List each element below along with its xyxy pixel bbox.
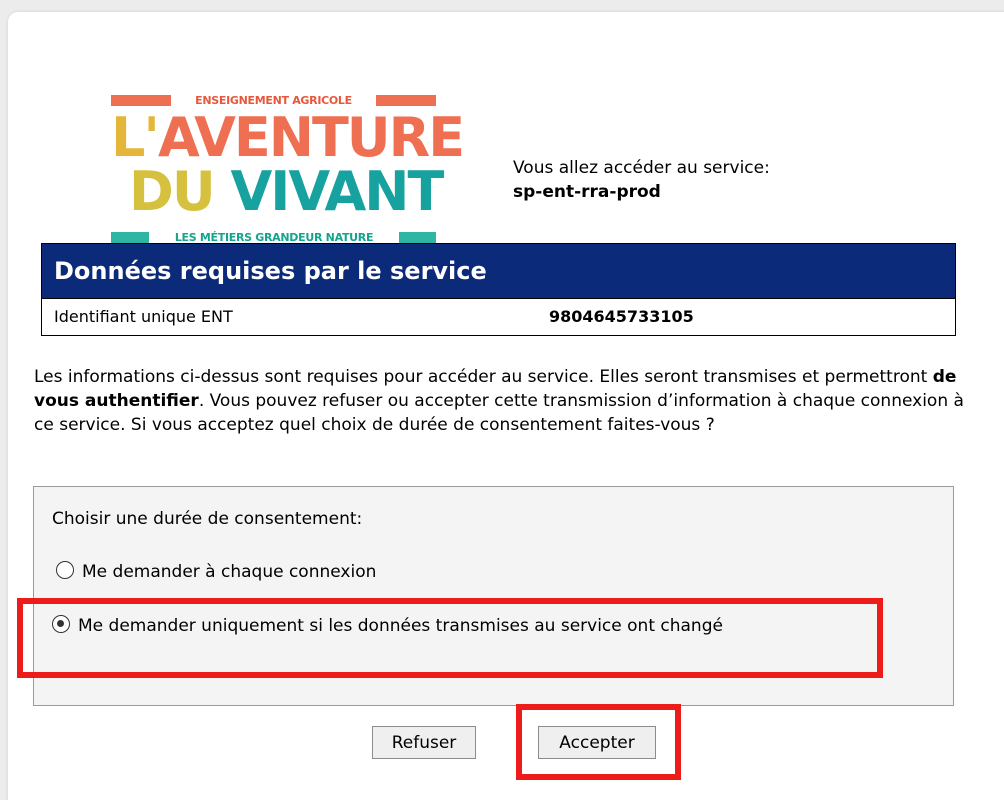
logo-line-2: DU VIVANT [129,165,444,219]
logo-line-2-prefix: DU [129,160,216,223]
table-row: Identifiant unique ENT 9804645733105 [42,299,955,335]
service-name: sp-ent-rra-prod [513,182,661,202]
required-data-title: Données requises par le service [42,244,955,299]
highlight-box-option [17,598,883,678]
consent-duration-title: Choisir une durée de consentement: [52,509,363,529]
data-value: 9804645733105 [549,307,694,326]
highlight-box-accept [516,704,681,780]
service-intro-text: Vous allez accéder au service: [513,158,770,178]
explanation-text: Les informations ci-dessus sont requises… [34,365,974,437]
explanation-part-1: Les informations ci-dessus sont requises… [34,367,933,387]
logo-line-1: L'AVENTURE [111,111,465,165]
logo-line-2-word: VIVANT [230,160,445,223]
consent-option-each-connection[interactable]: Me demander à chaque connexion [56,559,376,585]
required-data-table: Données requises par le service Identifi… [41,243,956,336]
consent-option-label: Me demander à chaque connexion [82,562,377,582]
refuse-button[interactable]: Refuser [372,726,476,759]
aventure-du-vivant-logo: ENSEIGNEMENT AGRICOLE L'AVENTURE DU VIVA… [111,94,465,244]
radio-unchecked-icon[interactable] [56,561,74,579]
data-key: Identifiant unique ENT [54,307,233,326]
service-intro: Vous allez accéder au service: sp-ent-rr… [513,156,770,204]
